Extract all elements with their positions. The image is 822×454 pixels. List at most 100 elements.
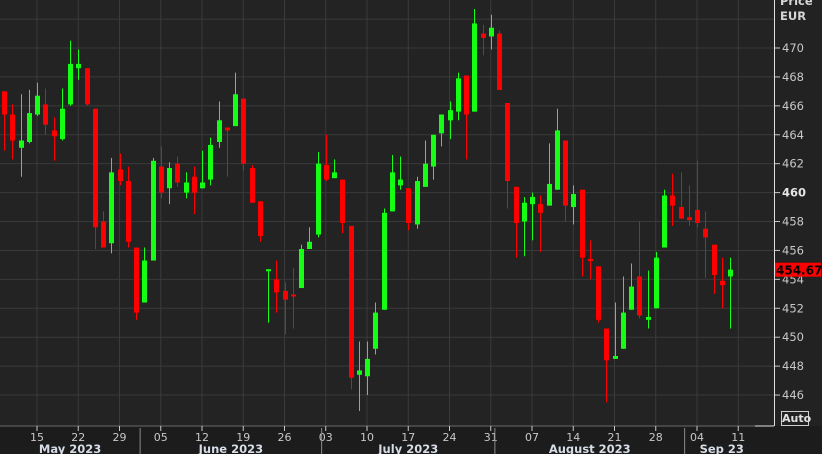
candle-body [604,328,609,361]
candle-body [456,78,461,112]
candle-body [522,202,527,222]
y-tick-label: 452 [782,301,804,315]
y-tick-label: 466 [782,99,804,113]
y-tick-label: 464 [782,128,804,142]
candle-body [390,172,395,212]
month-label: May 2023 [39,442,101,454]
y-tick-label: 448 [782,359,804,373]
candle-body [448,110,453,121]
last-price-label: 454.67 [776,264,822,278]
candle-body [580,189,585,258]
candle-body [431,134,436,167]
candle-body [497,33,502,90]
candle-body [19,140,24,148]
y-axis[interactable]: 446448450452454456458460462464466468470 [774,0,806,426]
candle-body [538,204,543,213]
candle-up [415,176,420,229]
candle-body [406,188,411,223]
auto-scale-button[interactable]: Auto [781,411,811,426]
x-tick-label: 07 [525,431,539,444]
y-tick-label: 450 [782,330,804,344]
candle-body [637,276,642,316]
candle-body [316,163,321,235]
candle-body [629,286,634,310]
candle-up [662,189,667,248]
candle-body [258,201,263,236]
candle-down [85,68,90,106]
candle-body [654,257,659,309]
candle-body [588,259,593,262]
candle-body [324,165,329,180]
axis-header-currency: EUR [780,9,806,23]
candle-body [175,163,180,183]
candle-body [332,172,337,179]
candle-body [712,244,717,276]
candle-body [398,179,403,186]
candle-body [217,120,222,142]
candle-body [481,33,486,38]
candle-body [142,260,147,303]
candle-body [439,114,444,134]
candle-body [167,168,172,189]
candle-body [679,207,684,219]
candle-body [109,172,114,244]
candle-body [349,225,354,378]
candle-body [250,168,255,203]
y-tick-label: 446 [782,388,804,402]
candle-body [101,221,106,248]
candle-body [514,186,519,223]
candlestick-chart: 446448450452454456458460462464466468470 … [0,0,822,454]
candle-body [505,102,510,182]
y-tick-label: 462 [782,157,804,171]
candle-body [283,290,288,300]
candle-body [159,166,164,193]
candle-down [349,225,354,390]
candle-body [184,182,189,193]
candle-up [382,208,387,310]
candle-down [250,165,255,203]
candle-down [241,98,246,171]
month-label: June 2023 [198,442,263,454]
candle-body [423,163,428,187]
axis-header-price: Price [780,0,813,8]
x-tick-label: 03 [319,431,333,444]
candle-body [291,294,296,297]
candle-body [233,94,238,127]
candle-body [555,130,560,190]
candle-body [382,212,387,310]
candle-body [530,196,535,205]
candle-body [43,104,48,125]
month-label: Sep 23 [700,442,744,454]
x-tick-label: 05 [154,431,168,444]
candle-body [85,68,90,105]
candle-body [357,370,362,375]
candle-body [646,316,651,320]
candle-body [266,269,271,272]
candle-body [241,98,246,164]
candle-body [225,127,230,131]
candle-up [299,244,304,289]
candle-body [472,23,477,112]
month-label: August 2023 [549,442,631,454]
y-tick-label: 468 [782,70,804,84]
candle-up [654,251,659,309]
candle-body [365,358,370,377]
candle-body [621,312,626,349]
candle-body [60,108,65,140]
candle-body [613,355,618,359]
candle-body [126,181,131,242]
candle-body [373,312,378,349]
month-label: July 2023 [377,442,438,454]
candle-body [118,169,123,182]
candle-body [340,179,345,223]
candle-up [472,8,477,112]
candle-body [192,176,197,193]
candle-body [662,195,667,248]
candle-up [151,157,156,261]
candle-body [415,181,420,225]
candle-body [464,75,469,115]
candle-body [27,113,32,142]
candle-up [316,152,321,238]
candle-down [134,247,139,320]
candle-body [728,269,733,277]
